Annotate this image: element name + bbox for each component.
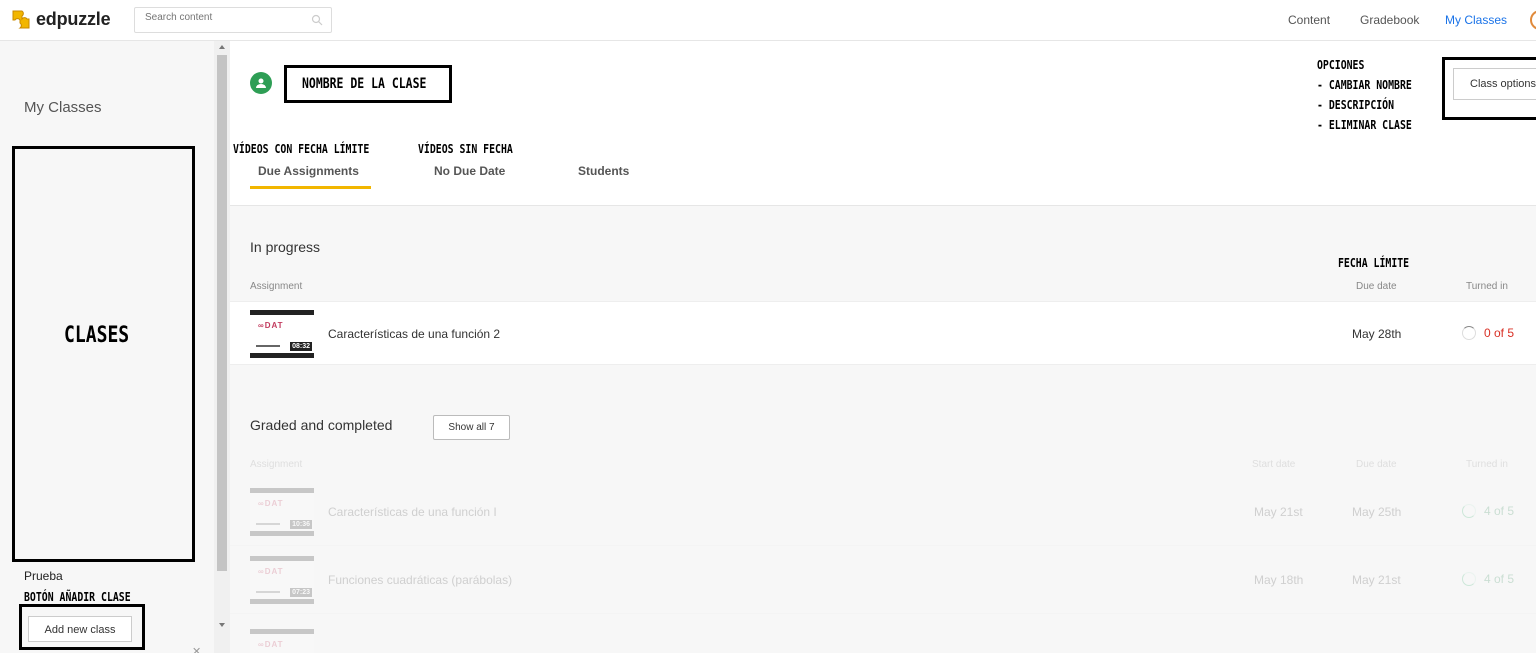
thumbnail-logo: ∞DAT: [258, 567, 284, 576]
video-thumbnail[interactable]: ∞DAT 07:23: [250, 556, 314, 604]
annotation-opciones-title: OPCIONES: [1317, 58, 1365, 72]
sidebar-class-item[interactable]: Prueba: [24, 569, 63, 583]
assignment-row[interactable]: ∞DAT 07:23 Funciones cuadráticas (parábo…: [230, 548, 1536, 614]
turned-in-count: 0 of 5: [1484, 326, 1515, 340]
annotation-nombre-clase: NOMBRE DE LA CLASE: [302, 76, 427, 92]
assignment-row-partial[interactable]: ∞DAT: [230, 621, 1536, 653]
scrollbar-thumb[interactable]: [217, 55, 227, 571]
turned-in-status[interactable]: 4 of 5: [1462, 504, 1514, 518]
show-all-button[interactable]: Show all 7: [433, 415, 510, 440]
video-duration: 07:23: [290, 588, 312, 597]
due-date-value: May 28th: [1352, 327, 1402, 341]
video-duration: 08:32: [290, 342, 312, 351]
annotation-box-class-options: [1442, 57, 1536, 120]
video-thumbnail[interactable]: ∞DAT 08:32: [250, 310, 314, 358]
turned-in-count: 4 of 5: [1484, 572, 1515, 586]
col-due-date: Due date: [1356, 281, 1397, 292]
logo-text: edpuzzle: [36, 8, 111, 29]
thumbnail-logo: ∞DAT: [258, 499, 284, 508]
video-thumbnail[interactable]: ∞DAT 10:36: [250, 488, 314, 536]
col-turned-in: Turned in: [1466, 281, 1508, 292]
annotation-opcion-3: - ELIMINAR CLASE: [1317, 118, 1412, 132]
col-start-date: Start date: [1252, 459, 1296, 470]
annotation-box-add-class: [19, 604, 145, 650]
due-date-value: May 21st: [1352, 573, 1401, 587]
thumbnail-logo: ∞DAT: [258, 321, 284, 330]
nav-gradebook[interactable]: Gradebook: [1360, 13, 1419, 27]
tab-students[interactable]: Students: [578, 164, 629, 178]
puzzle-logo-icon: [12, 10, 30, 29]
turned-in-status[interactable]: 0 of 5: [1462, 326, 1514, 340]
nav-my-classes[interactable]: My Classes: [1445, 13, 1507, 27]
search-box[interactable]: [134, 7, 332, 33]
annotation-fecha-limite: FECHA LÍMITE: [1338, 256, 1410, 270]
progress-ring-icon: [1462, 572, 1476, 586]
annotation-box-classes: [12, 146, 195, 562]
start-date-value: May 18th: [1254, 573, 1304, 587]
scroll-down-arrow-icon[interactable]: [219, 623, 225, 627]
assignment-title[interactable]: Funciones cuadráticas (parábolas): [328, 573, 512, 587]
annotation-boton-anadir: BOTÓN AÑADIR CLASE: [24, 590, 131, 604]
thumbnail-logo: ∞DAT: [258, 640, 284, 649]
graded-title: Graded and completed: [250, 417, 393, 433]
annotation-clases: CLASES: [64, 323, 130, 348]
annotation-opcion-1: - CAMBIAR NOMBRE: [1317, 78, 1412, 92]
class-avatar-icon: [250, 72, 272, 94]
turned-in-status[interactable]: 4 of 5: [1462, 572, 1514, 586]
sidebar-scrollbar[interactable]: [214, 41, 230, 653]
thumbnail-line: [256, 345, 280, 347]
progress-ring-icon: [1462, 326, 1476, 340]
annotation-opcion-2: - DESCRIPCIÓN: [1317, 98, 1395, 112]
progress-ring-icon: [1462, 504, 1476, 518]
tab-due-assignments[interactable]: Due Assignments: [258, 164, 359, 178]
col-assignment: Assignment: [250, 459, 303, 470]
sidebar-title: My Classes: [24, 99, 102, 116]
col-assignment: Assignment: [250, 281, 303, 292]
top-navigation-bar: edpuzzle Content Gradebook My Classes: [0, 0, 1536, 41]
tab-no-due-date[interactable]: No Due Date: [434, 164, 505, 178]
annotation-videos-sin-fecha: VÍDEOS SIN FECHA: [418, 142, 513, 156]
annotation-videos-fecha: VÍDEOS CON FECHA LÍMITE: [233, 142, 370, 156]
user-avatar[interactable]: [1530, 10, 1536, 30]
thumbnail-line: [256, 523, 280, 525]
search-input[interactable]: [145, 12, 305, 23]
assignment-row[interactable]: ∞DAT 08:32 Características de una funció…: [230, 301, 1536, 365]
search-icon[interactable]: [311, 14, 323, 26]
in-progress-title: In progress: [250, 239, 321, 255]
nav-content[interactable]: Content: [1288, 13, 1330, 27]
col-turned-in: Turned in: [1466, 459, 1508, 470]
assignments-content: In progress Assignment Due date Turned i…: [230, 206, 1536, 653]
start-date-value: May 21st: [1254, 505, 1303, 519]
due-date-value: May 25th: [1352, 505, 1402, 519]
col-due-date: Due date: [1356, 459, 1397, 470]
assignment-title[interactable]: Características de una función I: [328, 505, 497, 519]
edpuzzle-logo[interactable]: edpuzzle: [10, 8, 111, 30]
turned-in-count: 4 of 5: [1484, 504, 1515, 518]
scroll-up-arrow-icon[interactable]: [219, 45, 225, 49]
assignment-title[interactable]: Características de una función 2: [328, 327, 500, 341]
assignment-row[interactable]: ∞DAT 10:36 Características de una funció…: [230, 480, 1536, 546]
chevron-double-icon[interactable]: ✕: [192, 645, 201, 653]
active-tab-underline: [250, 186, 371, 189]
thumbnail-line: [256, 591, 280, 593]
video-duration: 10:36: [290, 520, 312, 529]
video-thumbnail[interactable]: ∞DAT: [250, 629, 314, 653]
